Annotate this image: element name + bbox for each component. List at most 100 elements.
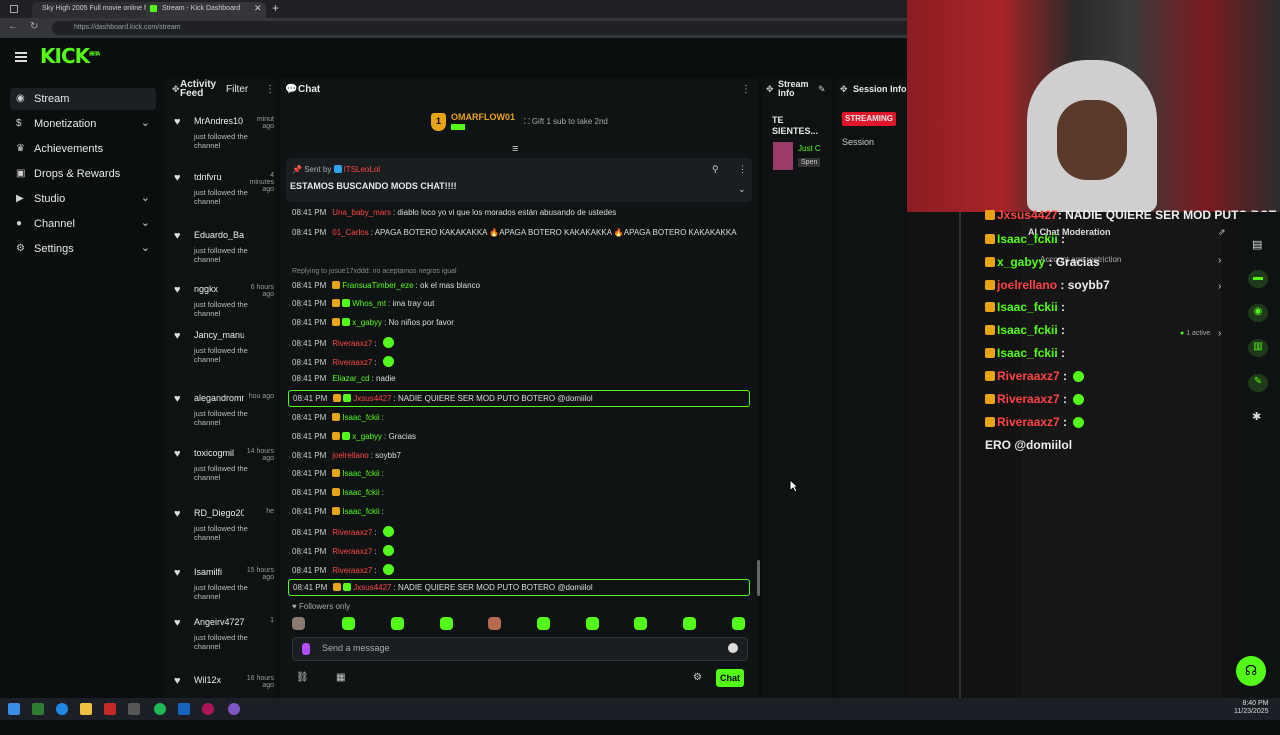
taskbar-app-icon[interactable] xyxy=(128,703,140,715)
message-username[interactable]: Isaac_fckii xyxy=(342,507,379,516)
follower-name[interactable]: nggkx xyxy=(194,284,244,294)
new-tab-icon[interactable]: + xyxy=(272,1,279,15)
sidebar-item-studio[interactable]: ▶ Studio ⌄ xyxy=(10,188,156,210)
obs-icon[interactable] xyxy=(228,703,240,715)
chevron-down-icon[interactable]: ⌄ xyxy=(141,241,150,254)
support-chat-icon[interactable]: ☊ xyxy=(1236,656,1266,686)
emote-icon[interactable] xyxy=(683,617,696,630)
start-menu-icon[interactable] xyxy=(8,703,20,715)
chrome-taskbar-icon[interactable] xyxy=(56,703,68,715)
message-username[interactable]: Riveraaxz7 xyxy=(332,566,372,575)
sidebar-item-channel[interactable]: ● Channel ⌄ xyxy=(10,213,156,235)
url-field[interactable]: https://dashboard.kick.com/stream xyxy=(52,21,912,35)
chevron-right-icon[interactable]: › xyxy=(1218,328,1221,339)
message-username[interactable]: Isaac_fckii xyxy=(342,488,379,497)
follower-name[interactable]: MrAndres10 xyxy=(194,116,244,126)
chevron-down-icon[interactable]: ⌄ xyxy=(141,216,150,229)
chat-scrollbar[interactable] xyxy=(757,560,760,596)
browser-tab-1[interactable]: Sky High 2005 Full movie online f xyxy=(32,2,160,18)
back-icon[interactable]: ← xyxy=(8,21,18,32)
message-username[interactable]: Isaac_fckii xyxy=(342,413,379,422)
filter-button[interactable]: Filter xyxy=(226,84,248,95)
collapse-chevron-icon[interactable]: ⌄ xyxy=(738,184,746,195)
tab-search-icon[interactable] xyxy=(10,5,18,13)
emote-icon[interactable] xyxy=(292,617,305,630)
emote-icon[interactable] xyxy=(440,617,453,630)
follower-name[interactable]: Eduardo_Bandida xyxy=(194,230,244,240)
emote-icon[interactable] xyxy=(732,617,745,630)
follower-name[interactable]: Wil12x xyxy=(194,675,244,685)
taskbar-app-icon[interactable] xyxy=(104,703,116,715)
message-username[interactable]: Riveraaxz7 xyxy=(332,547,372,556)
message-username[interactable]: x_gabyy xyxy=(352,432,382,441)
taskbar-app-icon[interactable] xyxy=(202,703,214,715)
top-gifter-name[interactable]: OMARFLOW01 xyxy=(451,112,515,122)
sidebar-item-stream[interactable]: ◉ Stream xyxy=(10,88,156,110)
microphone-icon[interactable] xyxy=(302,643,310,655)
follower-name[interactable]: tdnfvru xyxy=(194,172,244,182)
gift-sub-cta[interactable]: ⛶ Gift 1 sub to take 2nd xyxy=(524,117,608,127)
reload-icon[interactable]: ↻ xyxy=(30,21,38,32)
message-username[interactable]: Jxsus4427 xyxy=(353,583,391,592)
follower-name[interactable]: toxicogmil xyxy=(194,448,244,458)
category-name[interactable]: Just C xyxy=(798,144,821,153)
message-username[interactable]: Whos_mt xyxy=(352,299,386,308)
follower-name[interactable]: Jancy_manuelhor xyxy=(194,330,244,340)
message-username[interactable]: joelrellano xyxy=(332,451,368,460)
sidebar-item-achievements[interactable]: ♛ Achievements xyxy=(10,138,156,160)
browser-tab-2[interactable]: Stream - Kick Dashboard xyxy=(146,2,266,18)
drag-arrows-icon[interactable]: ✥ xyxy=(172,84,180,95)
puzzle-icon[interactable]: ✱ xyxy=(1252,410,1261,423)
system-clock[interactable]: 8:40 PM 11/23/2025 xyxy=(1234,700,1269,716)
emote-icon[interactable] xyxy=(537,617,550,630)
spotify-icon[interactable] xyxy=(154,703,166,715)
message-username[interactable]: Riveraaxz7 xyxy=(332,528,372,537)
chevron-down-icon[interactable]: ⌄ xyxy=(141,116,150,129)
sidebar-item-settings[interactable]: ⚙ Settings ⌄ xyxy=(10,238,156,260)
follower-name[interactable]: alegandromm xyxy=(194,393,244,403)
sidebar-item-monetization[interactable]: $ Monetization ⌄ xyxy=(10,113,156,135)
emote-icon[interactable] xyxy=(488,617,501,630)
unpin-icon[interactable]: ⚲ xyxy=(712,164,719,175)
wrench-tool-icon[interactable]: ✎ xyxy=(1248,374,1268,392)
emote-icon[interactable] xyxy=(634,617,647,630)
message-username[interactable]: Riveraaxz7 xyxy=(332,358,372,367)
chevron-down-icon[interactable]: ⌄ xyxy=(141,191,150,204)
message-username[interactable]: Una_baby_mars xyxy=(332,208,391,217)
message-username[interactable]: x_gabyy xyxy=(352,318,382,327)
emoji-picker-icon[interactable] xyxy=(728,643,738,653)
document-icon[interactable]: ▤ xyxy=(1252,238,1262,251)
external-link-icon[interactable]: ⇗ xyxy=(1218,227,1226,238)
activity-menu-icon[interactable]: ⋮ xyxy=(265,84,275,95)
file-explorer-icon[interactable] xyxy=(80,703,92,715)
hamburger-menu-icon[interactable] xyxy=(15,52,27,62)
edit-pencil-icon[interactable]: ✎ xyxy=(818,84,826,95)
pinned-user[interactable]: ITSLeoLol xyxy=(344,165,380,174)
message-username[interactable]: Eliazar_cd xyxy=(332,374,369,383)
pinned-menu-icon[interactable]: ⋮ xyxy=(738,164,747,175)
follower-name[interactable]: Isamilfi xyxy=(194,567,244,577)
close-tab-icon[interactable]: ✕ xyxy=(254,3,262,14)
broadcast-tool-icon[interactable]: ◉ xyxy=(1248,304,1268,322)
kick-logo[interactable]: KICKBETA xyxy=(40,44,100,68)
sidebar-item-drops-rewards[interactable]: ▣ Drops & Rewards xyxy=(10,163,156,185)
follower-name[interactable]: Angeirv4727 xyxy=(194,617,244,627)
chat-drag-handle-icon[interactable]: ≡ xyxy=(512,143,518,155)
emote-icon[interactable] xyxy=(586,617,599,630)
chevron-right-icon[interactable]: › xyxy=(1218,255,1221,266)
taskbar-app-icon[interactable] xyxy=(32,703,44,715)
drag-arrows-icon[interactable]: ✥ xyxy=(840,84,848,95)
layout-tool-icon[interactable]: ▥ xyxy=(1248,339,1268,357)
message-username[interactable]: Isaac_fckii xyxy=(342,469,379,478)
drag-arrows-icon[interactable]: ✥ xyxy=(766,84,774,95)
calendar-icon[interactable]: ▦ xyxy=(336,672,345,683)
emote-icon[interactable] xyxy=(391,617,404,630)
follower-name[interactable]: RD_Diego2008 xyxy=(194,508,244,518)
send-chat-button[interactable]: Chat xyxy=(716,669,744,687)
chat-tool-icon[interactable]: ▬ xyxy=(1248,270,1268,288)
message-username[interactable]: 01_Carlos xyxy=(332,228,368,237)
chat-settings-icon[interactable]: ⚙ xyxy=(693,672,702,683)
message-username[interactable]: Riveraaxz7 xyxy=(332,339,372,348)
emote-icon[interactable] xyxy=(342,617,355,630)
connections-icon[interactable]: ⛓ xyxy=(296,672,309,683)
